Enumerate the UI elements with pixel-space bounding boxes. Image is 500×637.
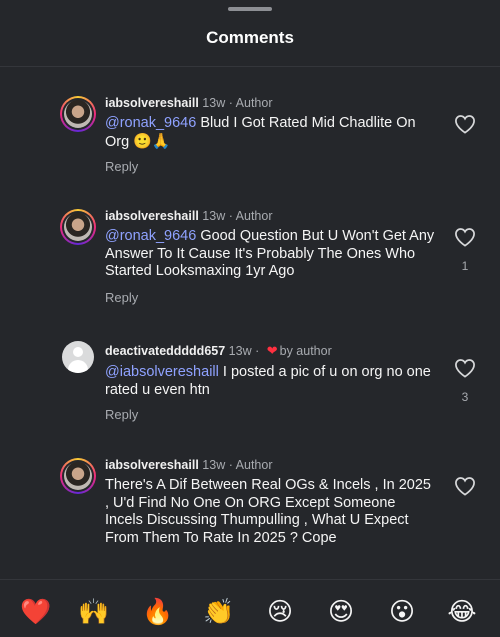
meta-separator: · — [225, 458, 236, 472]
author-badge: Author — [235, 458, 273, 472]
header-divider — [0, 66, 500, 67]
raising-hands-emoji-button[interactable]: 🙌 — [78, 596, 110, 628]
heart-filled-icon: ❤ — [266, 343, 278, 358]
surprised-face-emoji-button[interactable]: 😮 — [386, 596, 418, 628]
comment-text: @ronak_9646 Blud I Got Rated Mid Chadlit… — [105, 115, 435, 151]
comment-text: @iabsolvereshaill I posted a pic of u on… — [105, 364, 435, 399]
timestamp: 13w — [202, 458, 226, 472]
username[interactable]: iabsolvereshaill — [105, 458, 199, 472]
reply-button[interactable]: Reply — [105, 290, 138, 305]
comment-meta: iabsolvereshaill 13w · Author — [105, 209, 273, 223]
comment-meta: iabsolvereshaill 13w · Author — [105, 458, 273, 472]
heart-outline-icon[interactable] — [454, 114, 476, 134]
username[interactable]: deactivateddddd657 — [105, 344, 225, 358]
fire-emoji-button[interactable]: 🔥 — [142, 596, 174, 628]
timestamp: 13w — [202, 96, 226, 110]
author-badge: Author — [235, 209, 273, 223]
like-count: 3 — [461, 390, 469, 404]
heart-outline-icon[interactable] — [454, 227, 476, 247]
comment-text: @ronak_9646 Good Question But U Won't Ge… — [105, 228, 435, 281]
like-count: 1 — [461, 259, 469, 273]
drag-handle[interactable] — [228, 7, 272, 11]
mention-link[interactable]: @ronak_9646 — [105, 115, 196, 131]
meta-separator: · — [225, 209, 236, 223]
comment-text: There's A Dif Between Real OGs & Incels … — [105, 477, 435, 547]
reply-button[interactable]: Reply — [105, 159, 138, 174]
author-badge: Author — [235, 96, 273, 110]
crying-face-emoji-button[interactable]: 😢 — [264, 596, 296, 628]
avatar[interactable] — [60, 458, 96, 494]
comment-meta: iabsolvereshaill 13w · Author — [105, 96, 273, 110]
avatar[interactable] — [60, 339, 96, 375]
comment-body: There's A Dif Between Real OGs & Incels … — [105, 477, 431, 546]
comments-sheet: Comments iabsolvereshaill 13w · Author @… — [0, 0, 500, 637]
comment-meta: deactivateddddd657 13w · ❤ by author — [105, 343, 332, 359]
meta-separator: · — [225, 96, 236, 110]
username[interactable]: iabsolvereshaill — [105, 96, 199, 110]
comment-emoji: 🙂🙏 — [133, 132, 171, 150]
avatar[interactable] — [60, 96, 96, 132]
emoji-reaction-bar: ❤️ 🙌 🔥 👏 😢 😍 😮 😂 — [0, 579, 500, 637]
heart-emoji-button[interactable]: ❤️ — [20, 596, 52, 628]
mention-link[interactable]: @ronak_9646 — [105, 228, 196, 244]
reply-button[interactable]: Reply — [105, 407, 138, 422]
timestamp: 13w — [228, 344, 252, 358]
heart-outline-icon[interactable] — [454, 476, 476, 496]
avatar[interactable] — [60, 209, 96, 245]
laughing-tears-emoji-button[interactable]: 😂 — [446, 596, 478, 628]
default-avatar-icon — [62, 341, 94, 373]
clapping-hands-emoji-button[interactable]: 👏 — [203, 596, 235, 628]
mention-link[interactable]: @iabsolvereshaill — [105, 364, 219, 380]
page-title: Comments — [206, 28, 294, 47]
username[interactable]: iabsolvereshaill — [105, 209, 199, 223]
liked-by-author-label: by author — [279, 344, 332, 358]
heart-eyes-emoji-button[interactable]: 😍 — [325, 596, 357, 628]
heart-outline-icon[interactable] — [454, 358, 476, 378]
timestamp: 13w — [202, 209, 226, 223]
meta-separator: · — [251, 344, 263, 358]
